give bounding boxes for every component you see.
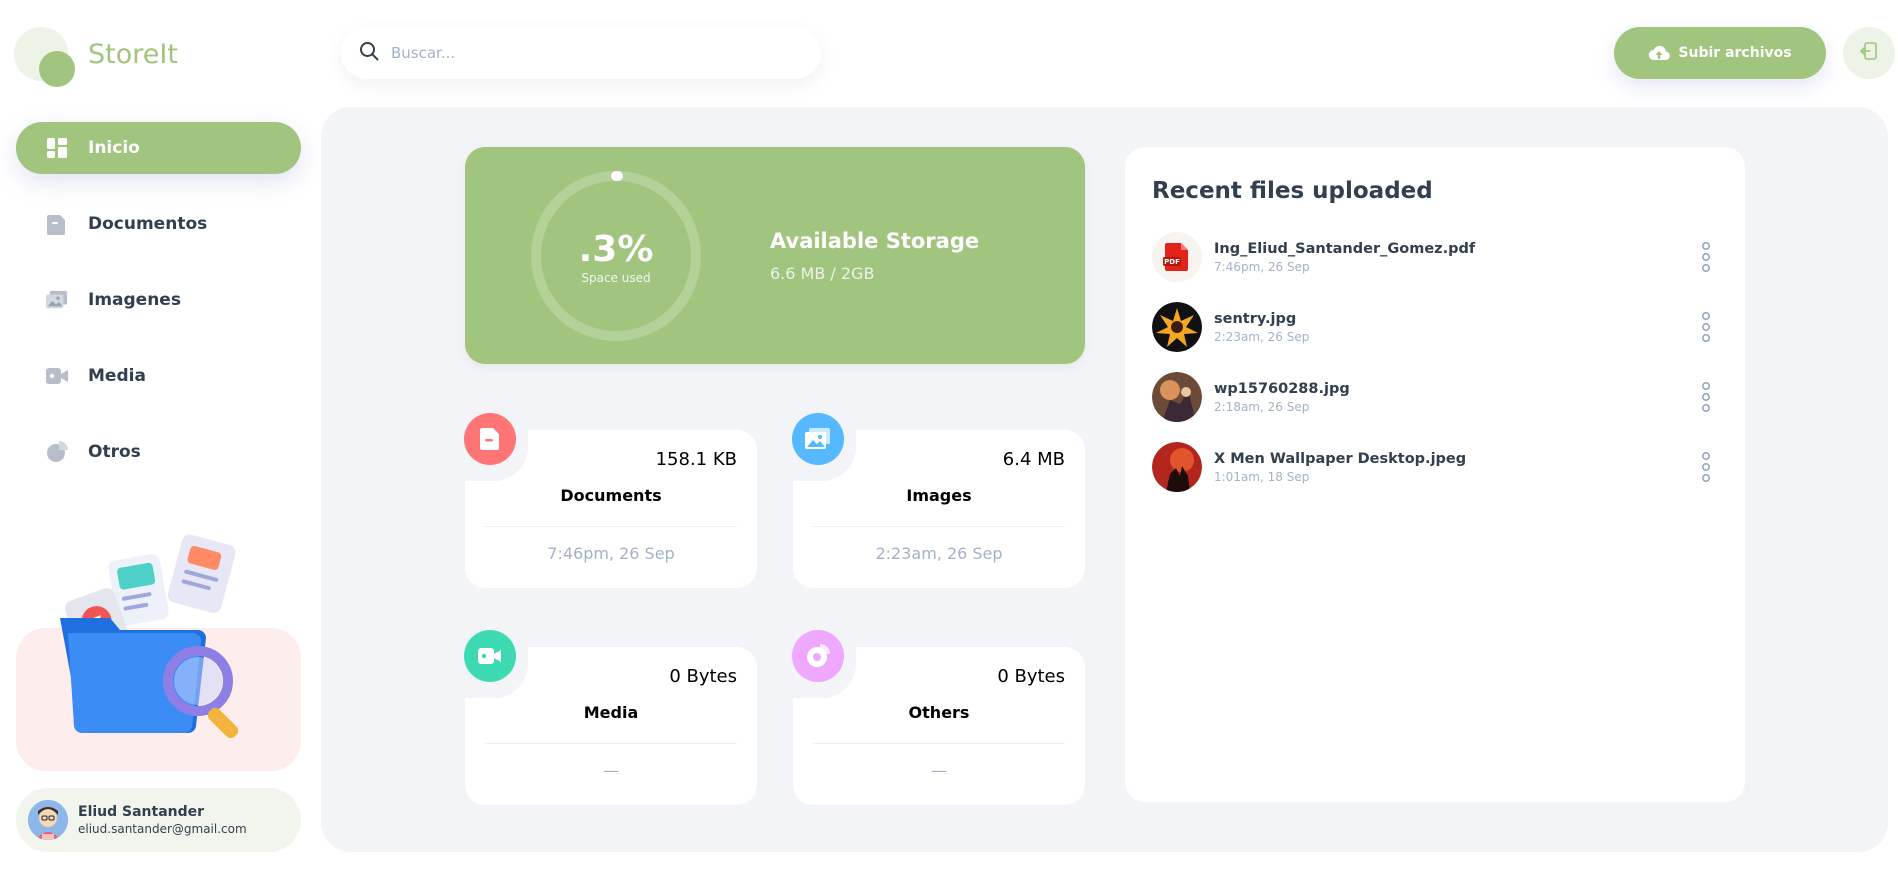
search-icon — [359, 41, 379, 65]
user-info: Eliud Santander eliud.santander@gmail.co… — [78, 804, 247, 836]
storage-percent: .3% — [578, 229, 654, 270]
logo-circle-small — [39, 51, 75, 87]
more-options-icon[interactable] — [1700, 451, 1712, 483]
image-thumbnail — [1152, 372, 1202, 422]
summary-name: Documents — [560, 486, 662, 505]
file-info: X Men Wallpaper Desktop.jpeg 1:01am, 18 … — [1214, 451, 1466, 484]
user-email: eliud.santander@gmail.com — [78, 822, 247, 836]
sidebar-item-media[interactable]: Media — [16, 350, 301, 402]
video-icon — [46, 365, 68, 387]
image-thumbnail — [1152, 302, 1202, 352]
sidebar-item-label: Documentos — [88, 214, 208, 234]
summary-name: Images — [906, 486, 972, 505]
images-icon — [46, 289, 68, 311]
summary-date: — — [603, 761, 619, 780]
pie-chart-icon — [792, 630, 844, 682]
sidebar-item-label: Inicio — [88, 138, 140, 158]
summary-size: 0 Bytes — [997, 666, 1065, 687]
more-options-icon[interactable] — [1700, 241, 1712, 273]
summary-date: 7:46pm, 26 Sep — [547, 544, 675, 563]
dashboard-icon — [46, 137, 68, 159]
summary-card-others[interactable]: 0 Bytes Others — — [792, 630, 1085, 805]
logo[interactable] — [14, 27, 84, 87]
logout-icon — [1859, 41, 1879, 65]
recent-file-row[interactable]: PDF Ing_Eliud_Santander_Gomez.pdf 7:46pm… — [1152, 231, 1712, 283]
user-name: Eliud Santander — [78, 804, 205, 820]
recent-file-row[interactable]: wp15760288.jpg 2:18am, 26 Sep — [1152, 371, 1712, 423]
more-options-icon[interactable] — [1700, 381, 1712, 413]
user-card[interactable]: Eliud Santander eliud.santander@gmail.co… — [16, 788, 301, 852]
recent-files-panel: Recent files uploaded PDF Ing_Eliud_Sant… — [1125, 147, 1745, 802]
divider — [813, 526, 1065, 527]
search-input[interactable] — [391, 44, 791, 62]
upload-label: Subir archivos — [1678, 45, 1792, 61]
divider — [485, 526, 737, 527]
summary-size: 6.4 MB — [1002, 449, 1065, 470]
image-icon — [792, 413, 844, 465]
more-options-icon[interactable] — [1700, 311, 1712, 343]
logout-button[interactable] — [1843, 27, 1895, 79]
summary-date: — — [931, 761, 947, 780]
file-date: 1:01am, 18 Sep — [1214, 469, 1310, 484]
sidebar-item-inicio[interactable]: Inicio — [16, 122, 301, 174]
pie-chart-icon — [46, 441, 68, 463]
file-info: Ing_Eliud_Santander_Gomez.pdf 7:46pm, 26… — [1214, 241, 1475, 274]
storage-size: 6.6 MB / 2GB — [770, 264, 875, 283]
sidebar-item-label: Media — [88, 366, 146, 386]
upload-button[interactable]: Subir archivos — [1614, 27, 1826, 79]
recent-files-title: Recent files uploaded — [1152, 178, 1433, 204]
storage-card: .3% Space used Available Storage 6.6 MB … — [465, 147, 1085, 364]
sidebar-item-otros[interactable]: Otros — [16, 426, 301, 478]
brand-name: StoreIt — [88, 39, 178, 70]
storage-percent-caption: Space used — [581, 271, 651, 285]
file-info: wp15760288.jpg 2:18am, 26 Sep — [1214, 381, 1350, 414]
files-illustration — [58, 533, 258, 739]
file-name: X Men Wallpaper Desktop.jpeg — [1214, 450, 1467, 467]
divider — [813, 743, 1065, 744]
sidebar-item-documentos[interactable]: Documentos — [16, 198, 301, 250]
recent-file-row[interactable]: X Men Wallpaper Desktop.jpeg 1:01am, 18 … — [1152, 441, 1712, 493]
divider — [485, 743, 737, 744]
document-icon — [464, 413, 516, 465]
file-name: sentry.jpg — [1214, 310, 1297, 327]
file-date: 2:23am, 26 Sep — [1214, 329, 1310, 344]
summary-name: Media — [583, 703, 639, 722]
image-thumbnail — [1152, 442, 1202, 492]
recent-file-row[interactable]: sentry.jpg 2:23am, 26 Sep — [1152, 301, 1712, 353]
sidebar-item-label: Imagenes — [88, 290, 181, 310]
summary-card-media[interactable]: 0 Bytes Media — — [464, 630, 757, 805]
documents-icon — [46, 213, 68, 235]
video-icon — [464, 630, 516, 682]
summary-name: Others — [908, 703, 970, 722]
sidebar-nav: Inicio Documentos Imagenes Media Otros — [16, 122, 301, 502]
file-date: 7:46pm, 26 Sep — [1214, 259, 1310, 274]
file-info: sentry.jpg 2:23am, 26 Sep — [1214, 311, 1309, 344]
file-date: 2:18am, 26 Sep — [1214, 399, 1310, 414]
avatar — [28, 800, 68, 840]
summary-card-images[interactable]: 6.4 MB Images 2:23am, 26 Sep — [792, 413, 1085, 588]
summary-date: 2:23am, 26 Sep — [875, 544, 1003, 563]
summary-size: 0 Bytes — [669, 666, 737, 687]
cloud-upload-icon — [1648, 44, 1671, 62]
pdf-icon: PDF — [1152, 232, 1202, 282]
summary-size: 158.1 KB — [655, 449, 737, 470]
sidebar-item-imagenes[interactable]: Imagenes — [16, 274, 301, 326]
summary-card-documents[interactable]: 158.1 KB Documents 7:46pm, 26 Sep — [464, 413, 757, 588]
file-name: Ing_Eliud_Santander_Gomez.pdf — [1214, 240, 1476, 257]
file-name: wp15760288.jpg — [1214, 380, 1350, 397]
storage-title: Available Storage — [770, 229, 980, 253]
svg-text:PDF: PDF — [1164, 258, 1180, 266]
search-bar[interactable] — [341, 27, 821, 79]
sidebar-item-label: Otros — [88, 442, 141, 462]
